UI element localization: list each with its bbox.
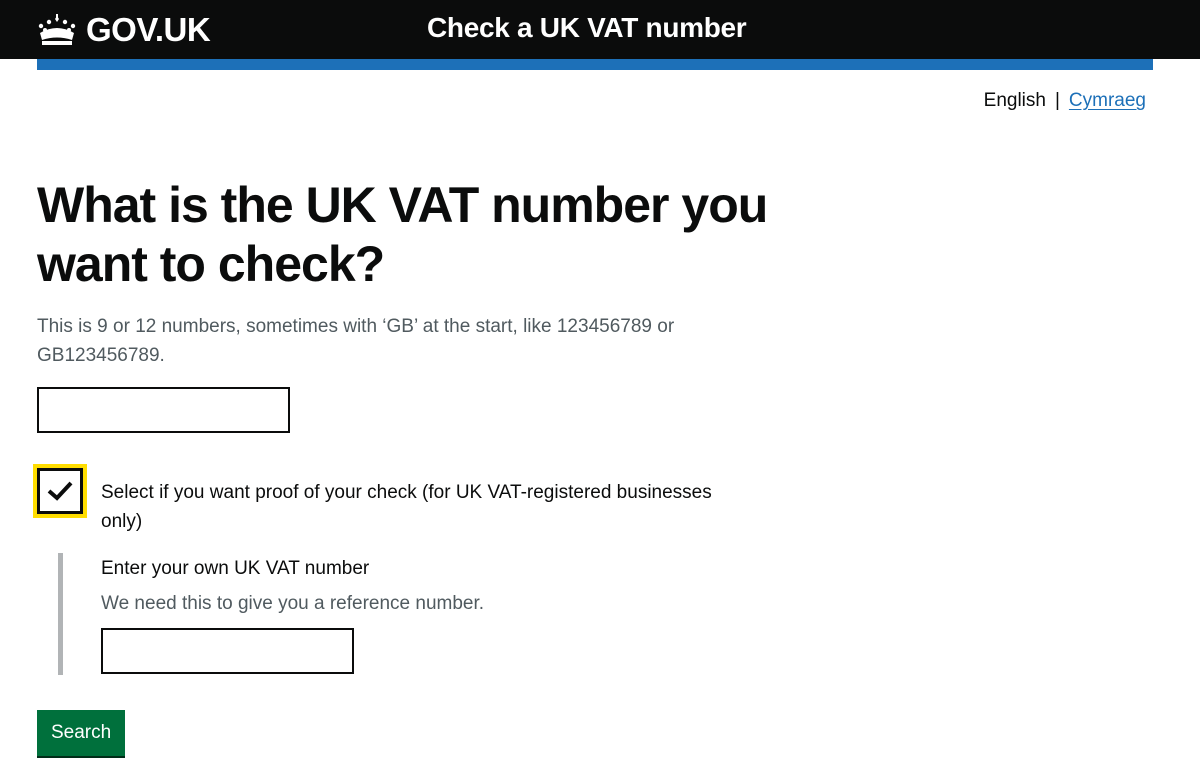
govuk-logo-link[interactable]: GOV.UK (36, 10, 211, 50)
language-link-cymraeg[interactable]: Cymraeg (1069, 90, 1146, 112)
proof-checkbox-focus[interactable] (33, 464, 87, 518)
header-blue-bar (37, 59, 1153, 70)
own-vat-hint: We need this to give you a reference num… (101, 593, 485, 614)
page-title: What is the UK VAT number you want to ch… (37, 177, 768, 292)
own-vat-label: Enter your own UK VAT number (101, 558, 370, 579)
language-current: English (983, 90, 1046, 111)
own-vat-input[interactable] (101, 628, 354, 674)
language-switcher: English | Cymraeg (984, 90, 1146, 112)
vat-number-input[interactable] (37, 387, 290, 433)
proof-checkbox[interactable] (37, 468, 83, 514)
vat-number-hint: This is 9 or 12 numbers, sometimes with … (37, 316, 675, 366)
logo-text: GOV.UK (86, 11, 211, 48)
search-button[interactable]: Search (37, 710, 126, 756)
service-name-link[interactable]: Check a UK VAT number (427, 12, 747, 44)
checkmark-icon (47, 481, 73, 501)
crown-icon (38, 14, 76, 45)
language-separator: | (1054, 90, 1060, 111)
proof-checkbox-label[interactable]: Select if you want proof of your check (… (101, 478, 721, 536)
conditional-reveal-border (58, 553, 63, 675)
site-header: GOV.UK Check a UK VAT number (0, 0, 1200, 59)
